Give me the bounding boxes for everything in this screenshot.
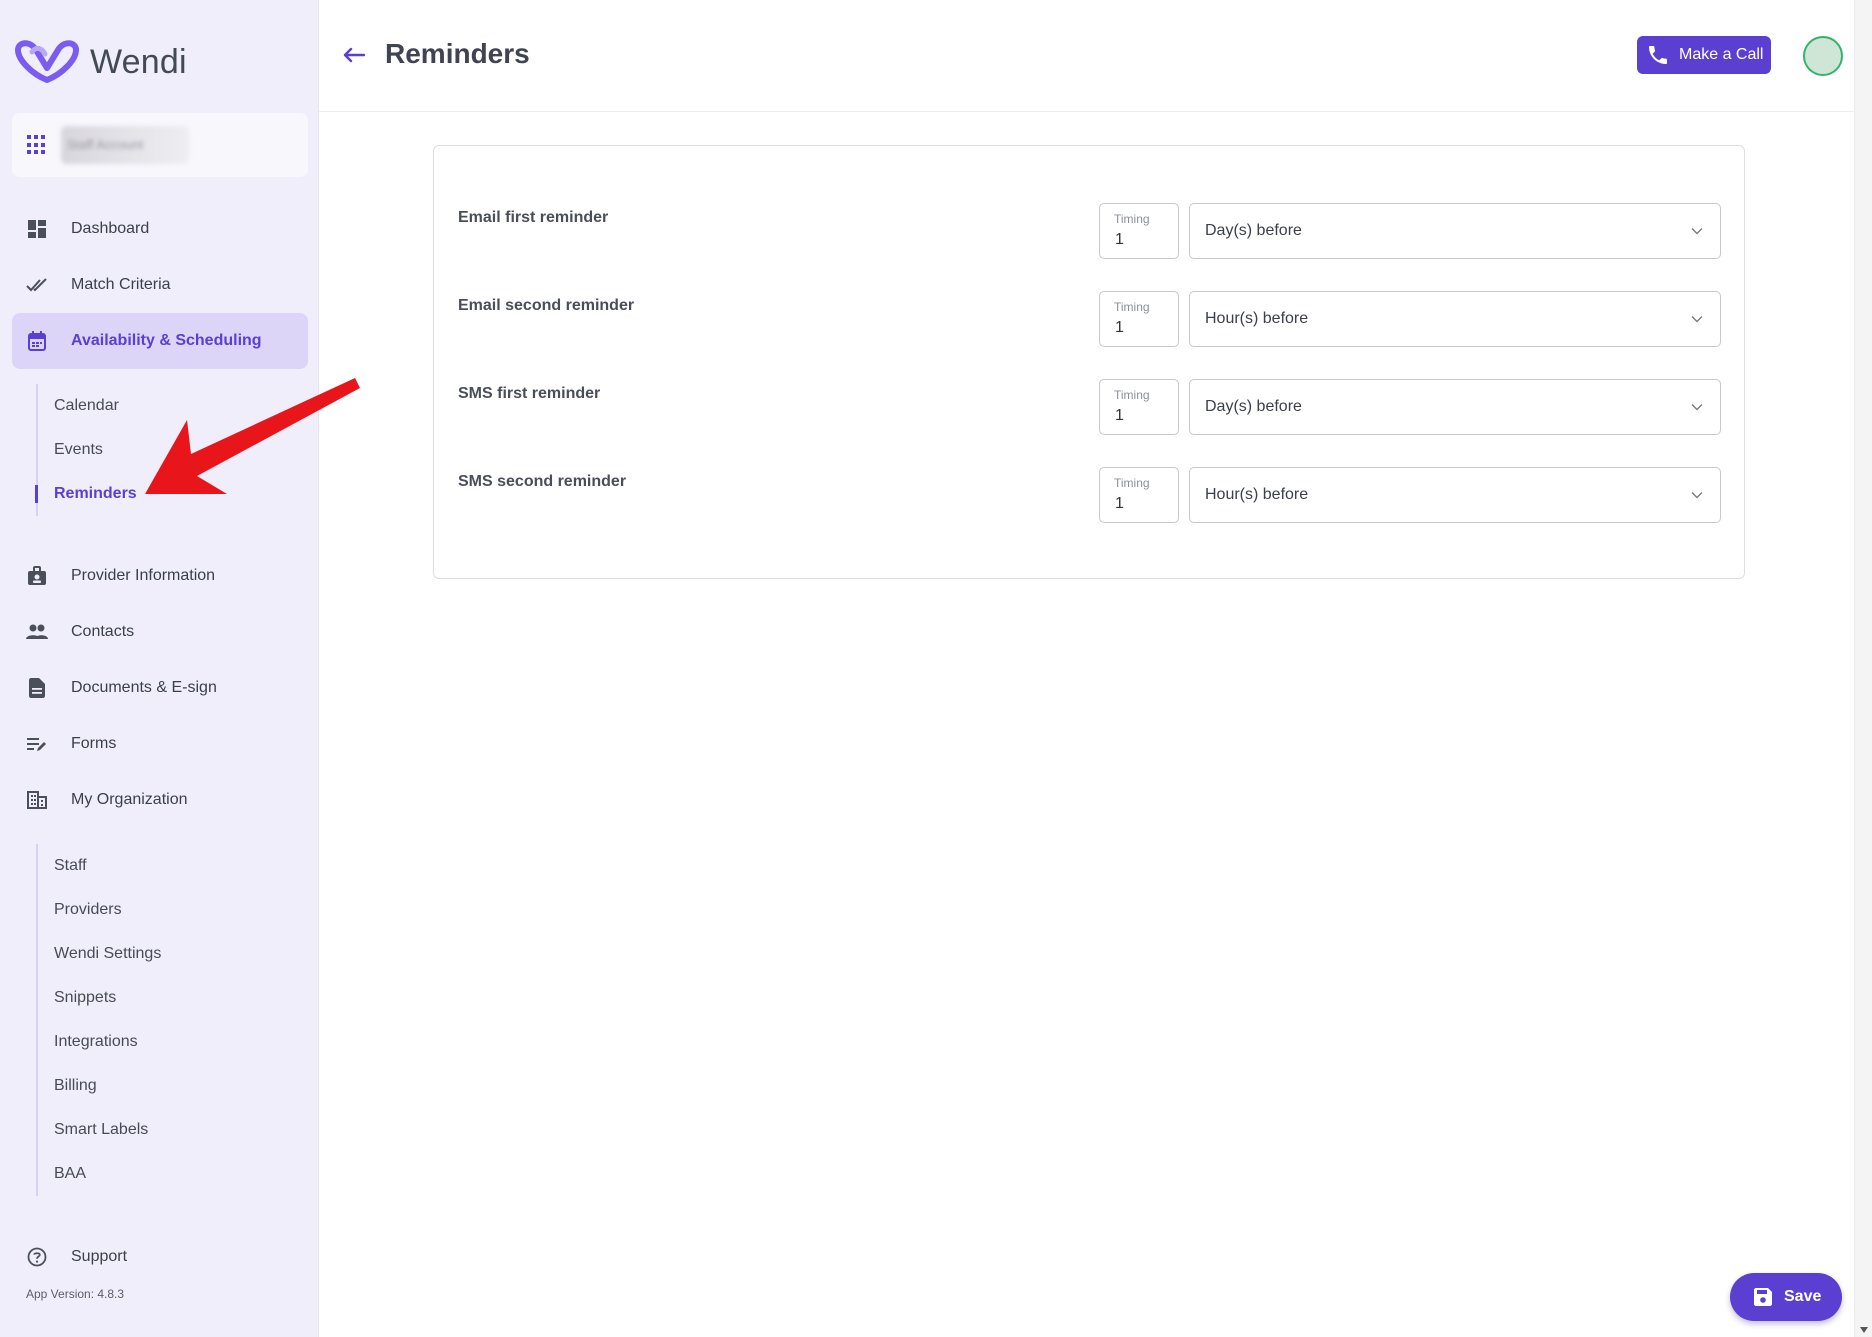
sidebar-item-contacts[interactable]: Contacts [12, 604, 308, 660]
save-label: Save [1784, 1288, 1822, 1305]
sidebar-item-provider-information[interactable]: Provider Information [12, 548, 308, 604]
sidebar-item-label: Support [71, 1248, 128, 1265]
selected-unit: Day(s) before [1205, 398, 1302, 415]
make-a-call-button[interactable]: Make a Call [1637, 36, 1771, 74]
timing-label: Timing [1114, 300, 1150, 314]
timing-unit-select[interactable]: Day(s) before [1189, 379, 1721, 435]
timing-label: Timing [1114, 212, 1150, 226]
reminder-label: Email first reminder [458, 209, 609, 226]
timing-label: Timing [1114, 476, 1150, 490]
reminders-settings-card: Email first reminder Timing 1 Day(s) bef… [433, 145, 1745, 579]
calendar-icon [26, 330, 48, 352]
timing-unit-select[interactable]: Day(s) before [1189, 203, 1721, 259]
selected-unit: Hour(s) before [1205, 310, 1309, 327]
sidebar-subitem-billing[interactable]: Billing [38, 1064, 161, 1108]
chevron-down-icon [1690, 224, 1704, 238]
timing-value: 1 [1115, 319, 1124, 336]
sidebar-item-my-organization[interactable]: My Organization [12, 772, 308, 828]
selected-unit: Hour(s) before [1205, 486, 1309, 503]
scheduling-submenu: Calendar Events Reminders [35, 384, 137, 516]
document-icon [26, 677, 48, 699]
people-icon [26, 621, 48, 643]
chevron-down-icon [1690, 400, 1704, 414]
timing-input[interactable]: Timing 1 [1099, 203, 1179, 259]
building-icon [26, 789, 48, 811]
timing-unit-select[interactable]: Hour(s) before [1189, 291, 1721, 347]
double-check-icon [26, 274, 48, 296]
reminder-row-sms-first: SMS first reminder Timing 1 Day(s) befor… [434, 379, 1744, 435]
sidebar-subitem-calendar[interactable]: Calendar [38, 384, 137, 428]
edit-list-icon [26, 733, 48, 755]
make-a-call-label: Make a Call [1679, 46, 1764, 63]
organization-submenu: Staff Providers Wendi Settings Snippets … [36, 844, 161, 1196]
sidebar-item-forms[interactable]: Forms [12, 716, 308, 772]
avatar[interactable] [1803, 36, 1843, 76]
sidebar-subitem-providers[interactable]: Providers [38, 888, 161, 932]
selected-unit: Day(s) before [1205, 222, 1302, 239]
sidebar-item-dashboard[interactable]: Dashboard [12, 201, 308, 257]
floppy-disk-icon [1754, 1287, 1774, 1307]
sidebar-item-label: Provider Information [71, 567, 216, 584]
sidebar-subitem-staff[interactable]: Staff [38, 844, 161, 888]
sidebar-subitem-reminders[interactable]: Reminders [35, 472, 137, 516]
reminder-label: SMS second reminder [458, 473, 627, 490]
wendi-logo[interactable]: Wendi [12, 40, 187, 84]
sidebar-subitem-events[interactable]: Events [38, 428, 137, 472]
timing-input[interactable]: Timing 1 [1099, 291, 1179, 347]
save-button[interactable]: Save [1730, 1273, 1842, 1321]
sidebar-item-label: Availability & Scheduling [71, 332, 262, 349]
timing-value: 1 [1115, 231, 1124, 248]
top-bar: Reminders Make a Call [319, 0, 1854, 112]
sidebar-item-label: Match Criteria [71, 276, 171, 293]
sidebar-subitem-baa[interactable]: BAA [38, 1152, 161, 1196]
reminder-label: Email second reminder [458, 297, 635, 314]
timing-value: 1 [1115, 495, 1124, 512]
scroll-down-arrow-icon[interactable] [1860, 1327, 1868, 1333]
reminder-row-sms-second: SMS second reminder Timing 1 Hour(s) bef… [434, 467, 1744, 523]
phone-icon [1649, 45, 1669, 65]
arrow-left-icon [343, 47, 365, 63]
sidebar-subitem-wendi-settings[interactable]: Wendi Settings [38, 932, 161, 976]
apps-grid-icon [27, 135, 47, 155]
sidebar-item-label: Documents & E-sign [71, 679, 217, 696]
chevron-down-icon [1690, 488, 1704, 502]
sidebar: Wendi Staff Account Dashboard Match Crit… [0, 0, 319, 1337]
wendi-heart-logo-icon [15, 40, 79, 83]
sidebar-item-label: Dashboard [71, 220, 150, 237]
page-title: Reminders [385, 38, 530, 69]
back-button[interactable] [339, 40, 369, 70]
sidebar-item-documents-esign[interactable]: Documents & E-sign [12, 660, 308, 716]
chevron-down-icon [1690, 312, 1704, 326]
sidebar-subitem-snippets[interactable]: Snippets [38, 976, 161, 1020]
organization-switcher[interactable]: Staff Account [12, 113, 308, 177]
timing-unit-select[interactable]: Hour(s) before [1189, 467, 1721, 523]
sidebar-subitem-integrations[interactable]: Integrations [38, 1020, 161, 1064]
sidebar-item-label: My Organization [71, 791, 188, 808]
organization-name: Staff Account [61, 126, 189, 164]
sidebar-item-support[interactable]: Support [12, 1229, 308, 1285]
dashboard-icon [26, 218, 48, 240]
annotation-arrow-icon [145, 378, 360, 494]
app-version: App Version: 4.8.3 [26, 1287, 125, 1301]
reminder-row-email-second: Email second reminder Timing 1 Hour(s) b… [434, 291, 1744, 347]
sidebar-item-label: Contacts [71, 623, 135, 640]
timing-value: 1 [1115, 407, 1124, 424]
timing-label: Timing [1114, 388, 1150, 402]
sidebar-item-match-criteria[interactable]: Match Criteria [12, 257, 308, 313]
reminder-row-email-first: Email first reminder Timing 1 Day(s) bef… [434, 203, 1744, 259]
page-scrollbar[interactable] [1854, 0, 1872, 1337]
sidebar-item-availability-scheduling[interactable]: Availability & Scheduling [12, 313, 308, 369]
sidebar-item-label: Forms [71, 735, 117, 752]
reminder-label: SMS first reminder [458, 385, 601, 402]
timing-input[interactable]: Timing 1 [1099, 379, 1179, 435]
id-badge-icon [26, 565, 48, 587]
help-circle-icon [26, 1246, 48, 1268]
timing-input[interactable]: Timing 1 [1099, 467, 1179, 523]
app-name: Wendi [90, 42, 187, 81]
sidebar-subitem-smart-labels[interactable]: Smart Labels [38, 1108, 161, 1152]
